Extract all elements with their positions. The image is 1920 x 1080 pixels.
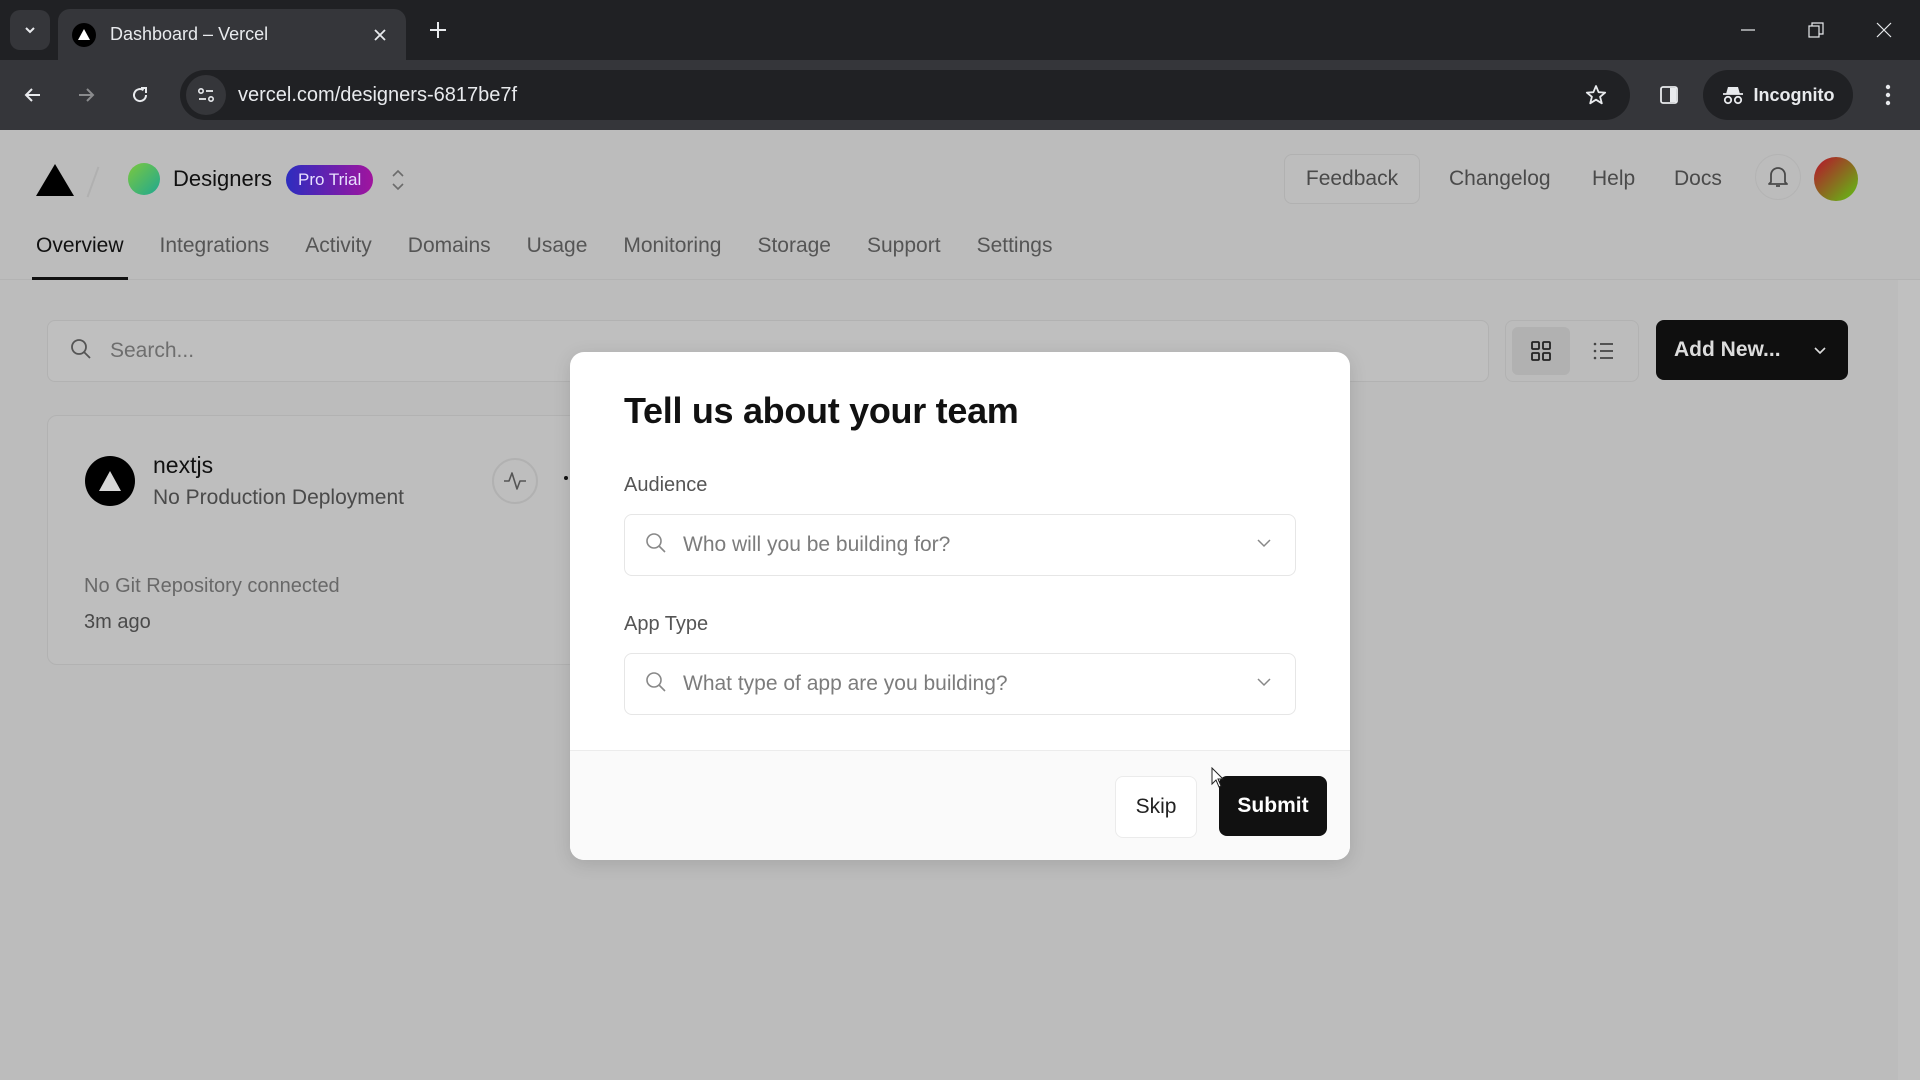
bell-icon bbox=[1768, 167, 1788, 187]
reload-icon bbox=[133, 87, 148, 103]
skip-button[interactable]: Skip bbox=[1115, 776, 1197, 838]
tab-storage[interactable]: Storage bbox=[757, 226, 831, 280]
docs-link[interactable]: Docs bbox=[1674, 154, 1722, 204]
app-type-label: App Type bbox=[624, 613, 709, 635]
project-card[interactable]: nextjs No Production Deployment No Git R… bbox=[47, 415, 607, 665]
app-type-input[interactable] bbox=[683, 672, 1255, 696]
tab-search-button[interactable] bbox=[10, 10, 50, 50]
incognito-indicator[interactable]: Incognito bbox=[1703, 70, 1853, 120]
side-panel-icon bbox=[1660, 86, 1678, 104]
new-tab-button[interactable] bbox=[422, 14, 454, 46]
chevron-down-icon bbox=[1814, 347, 1826, 355]
main-nav-tabs: Overview Integrations Activity Domains U… bbox=[0, 226, 1088, 280]
project-more-menu-icon[interactable] bbox=[564, 476, 568, 480]
modal-footer: Skip Submit bbox=[570, 750, 1350, 860]
chevron-down-icon bbox=[25, 27, 35, 34]
chevron-down-icon[interactable] bbox=[1255, 673, 1273, 696]
tab-activity[interactable]: Activity bbox=[305, 226, 372, 280]
close-window-button[interactable] bbox=[1850, 0, 1918, 60]
modal-title: Tell us about your team bbox=[624, 390, 1019, 431]
git-repo-status: No Git Repository connected bbox=[84, 575, 340, 597]
browser-menu-button[interactable] bbox=[1868, 75, 1908, 115]
close-tab-icon[interactable] bbox=[368, 23, 392, 47]
list-view-button[interactable] bbox=[1574, 327, 1632, 375]
browser-tab[interactable]: Dashboard – Vercel bbox=[58, 9, 406, 60]
tab-monitoring[interactable]: Monitoring bbox=[623, 226, 721, 280]
activity-button[interactable] bbox=[492, 458, 538, 504]
site-settings-icon[interactable] bbox=[186, 75, 226, 115]
breadcrumb-separator bbox=[86, 166, 100, 198]
changelog-link[interactable]: Changelog bbox=[1449, 154, 1551, 204]
back-button[interactable] bbox=[13, 75, 53, 115]
grid-icon bbox=[1531, 341, 1551, 361]
app-header: Designers Pro Trial Feedback Changelog H… bbox=[0, 130, 1920, 280]
bookmark-star-icon[interactable] bbox=[1576, 75, 1616, 115]
arrow-right-icon bbox=[79, 88, 95, 102]
incognito-icon bbox=[1722, 87, 1743, 105]
plus-icon bbox=[430, 22, 446, 38]
team-name[interactable]: Designers bbox=[173, 166, 272, 192]
project-status: No Production Deployment bbox=[153, 486, 404, 509]
vercel-logo-icon[interactable] bbox=[36, 164, 74, 201]
tab-title: Dashboard – Vercel bbox=[110, 24, 269, 44]
url-text[interactable]: vercel.com/designers-6817be7f bbox=[238, 84, 1576, 107]
help-link[interactable]: Help bbox=[1592, 154, 1635, 204]
audience-combobox[interactable] bbox=[624, 514, 1296, 576]
minimize-button[interactable] bbox=[1714, 0, 1782, 60]
team-survey-modal: Tell us about your team Audience App Typ… bbox=[570, 352, 1350, 860]
add-new-button[interactable]: Add New... bbox=[1656, 320, 1848, 380]
close-icon bbox=[1876, 22, 1892, 38]
tab-integrations[interactable]: Integrations bbox=[160, 226, 270, 280]
more-vertical-icon bbox=[1885, 84, 1891, 106]
minimize-icon bbox=[1741, 29, 1755, 31]
tab-domains[interactable]: Domains bbox=[408, 226, 491, 280]
tab-settings[interactable]: Settings bbox=[977, 226, 1053, 280]
incognito-label: Incognito bbox=[1753, 84, 1835, 105]
mouse-cursor-icon bbox=[1211, 766, 1225, 794]
restore-icon bbox=[1808, 22, 1824, 38]
app-type-combobox[interactable] bbox=[624, 653, 1296, 715]
team-switcher-icon[interactable] bbox=[388, 166, 408, 194]
project-name[interactable]: nextjs bbox=[153, 452, 213, 479]
team-avatar[interactable] bbox=[128, 163, 160, 195]
reload-button[interactable] bbox=[120, 75, 160, 115]
submit-button[interactable]: Submit bbox=[1219, 776, 1327, 836]
add-new-label: Add New... bbox=[1674, 338, 1781, 361]
tab-overview[interactable]: Overview bbox=[32, 226, 128, 280]
arrow-left-icon bbox=[24, 88, 40, 102]
project-updated-time: 3m ago bbox=[84, 611, 151, 633]
project-logo-icon bbox=[85, 456, 135, 506]
restore-button[interactable] bbox=[1782, 0, 1850, 60]
browser-toolbar: vercel.com/designers-6817be7f Incognito bbox=[0, 60, 1920, 130]
plan-badge: Pro Trial bbox=[286, 165, 374, 195]
browser-tab-bar: Dashboard – Vercel bbox=[0, 0, 1920, 60]
chevron-down-icon[interactable] bbox=[1255, 534, 1273, 557]
grid-view-button[interactable] bbox=[1512, 327, 1570, 375]
notifications-button[interactable] bbox=[1755, 154, 1801, 200]
tab-usage[interactable]: Usage bbox=[527, 226, 588, 280]
side-panel-button[interactable] bbox=[1649, 75, 1689, 115]
search-icon bbox=[70, 338, 92, 365]
list-icon bbox=[1593, 342, 1613, 360]
vercel-favicon-icon bbox=[72, 22, 96, 47]
audience-input[interactable] bbox=[683, 533, 1255, 557]
activity-pulse-icon bbox=[504, 472, 526, 490]
feedback-button[interactable]: Feedback bbox=[1284, 154, 1420, 204]
search-icon bbox=[645, 532, 667, 559]
address-bar[interactable]: vercel.com/designers-6817be7f bbox=[180, 70, 1630, 120]
view-toggle bbox=[1505, 320, 1639, 382]
user-avatar[interactable] bbox=[1814, 157, 1858, 201]
audience-label: Audience bbox=[624, 474, 708, 496]
tab-support[interactable]: Support bbox=[867, 226, 941, 280]
page-scrollbar[interactable] bbox=[1898, 280, 1920, 1080]
search-icon bbox=[645, 671, 667, 698]
forward-button[interactable] bbox=[66, 75, 106, 115]
